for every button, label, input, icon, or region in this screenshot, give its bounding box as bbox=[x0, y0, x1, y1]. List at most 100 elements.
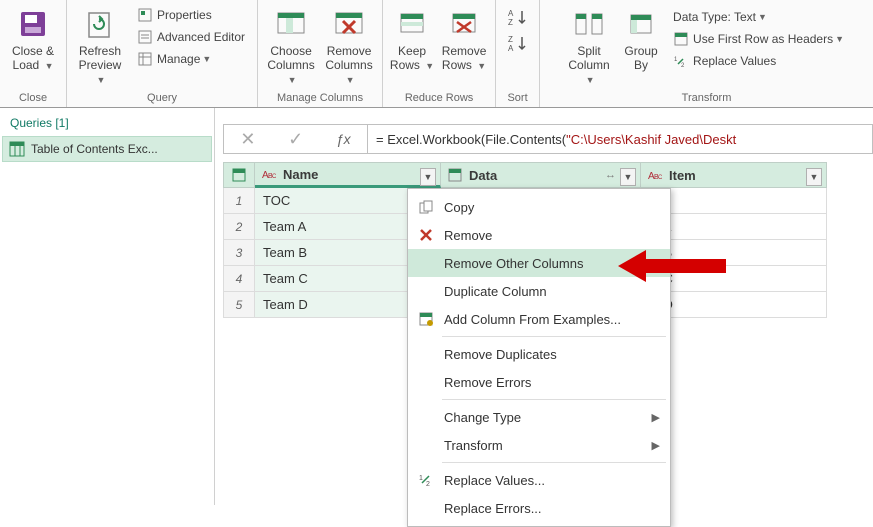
filter-dropdown-icon[interactable]: ▼ bbox=[806, 168, 822, 186]
remove-rows-button[interactable]: RemoveRows ▼ bbox=[437, 2, 491, 73]
ribbon-group-reduce-rows: KeepRows ▼ RemoveRows ▼ Reduce Rows bbox=[383, 0, 496, 107]
row-header[interactable]: 2 bbox=[223, 214, 255, 240]
ctx-remove-dup-label: Remove Duplicates bbox=[444, 347, 557, 362]
queries-pane: Queries [1] Table of Contents Exc... bbox=[0, 108, 215, 505]
fx-icon[interactable]: ƒx bbox=[336, 131, 351, 147]
column-header-data[interactable]: Data ↔ ▼ bbox=[441, 162, 641, 188]
row-header[interactable]: 5 bbox=[223, 292, 255, 318]
ctx-transform[interactable]: Transform ▶ bbox=[408, 431, 670, 459]
replace-icon: 12 bbox=[416, 470, 436, 490]
ctx-copy-label: Copy bbox=[444, 200, 474, 215]
remove-rows-icon bbox=[446, 6, 482, 42]
ctx-replace-errors[interactable]: Replace Errors... bbox=[408, 494, 670, 522]
chevron-down-icon: ▼ bbox=[477, 61, 486, 71]
advanced-editor-button[interactable]: Advanced Editor bbox=[133, 26, 249, 48]
split-column-button[interactable]: SplitColumn ▼ bbox=[561, 2, 617, 87]
data-type-button[interactable]: Data Type: Text ▼ bbox=[669, 6, 848, 28]
row-header[interactable]: 1 bbox=[223, 188, 255, 214]
text-type-icon: ABC bbox=[647, 167, 663, 183]
ribbon-group-sort: AZ ZA Sort bbox=[496, 0, 540, 107]
keep-rows-icon bbox=[394, 6, 430, 42]
remove-icon bbox=[416, 225, 436, 245]
svg-text:C: C bbox=[272, 174, 276, 180]
svg-text:Z: Z bbox=[508, 35, 513, 44]
check-icon[interactable]: ✓ bbox=[288, 129, 303, 150]
group-by-button[interactable]: GroupBy bbox=[617, 2, 665, 72]
row-header[interactable]: 3 bbox=[223, 240, 255, 266]
formula-toolbar: ✕ ✓ ƒx bbox=[223, 124, 368, 154]
choose-columns-icon bbox=[273, 6, 309, 42]
ctx-change-type-label: Change Type bbox=[444, 410, 521, 425]
choose-columns-button[interactable]: ChooseColumns ▼ bbox=[262, 2, 320, 87]
ribbon: Close &Load ▼ Close RefreshPreview ▼ Pro… bbox=[0, 0, 873, 108]
close-and-load-button[interactable]: Close &Load ▼ bbox=[4, 2, 62, 73]
sort-desc-button[interactable]: ZA bbox=[507, 34, 529, 54]
query-item[interactable]: Table of Contents Exc... bbox=[2, 136, 212, 162]
first-row-headers-button[interactable]: Use First Row as Headers ▼ bbox=[669, 28, 848, 50]
column-header-name[interactable]: ABC Name ▼ bbox=[255, 162, 441, 188]
chevron-down-icon: ▼ bbox=[346, 75, 355, 85]
sort-asc-icon: AZ bbox=[507, 8, 529, 28]
replace-icon: 12 bbox=[673, 53, 689, 69]
ctx-remove-duplicates[interactable]: Remove Duplicates bbox=[408, 340, 670, 368]
group-label-reduce: Reduce Rows bbox=[387, 88, 491, 107]
ctx-change-type[interactable]: Change Type ▶ bbox=[408, 403, 670, 431]
query-item-label: Table of Contents Exc... bbox=[31, 142, 158, 156]
properties-button[interactable]: Properties bbox=[133, 4, 249, 26]
chevron-down-icon: ▼ bbox=[586, 75, 595, 85]
table-icon bbox=[232, 168, 246, 182]
formula-string: "C:\Users\Kashif Javed\Deskt bbox=[566, 132, 736, 147]
ctx-remove-errors[interactable]: Remove Errors bbox=[408, 368, 670, 396]
row-header[interactable]: 4 bbox=[223, 266, 255, 292]
formula-prefix: = Excel.Workbook(File.Contents( bbox=[376, 132, 566, 147]
ctx-copy[interactable]: Copy bbox=[408, 193, 670, 221]
first-row-label: Use First Row as Headers bbox=[693, 32, 833, 46]
sort-desc-icon: ZA bbox=[507, 34, 529, 54]
headers-icon bbox=[673, 31, 689, 47]
annotation-arrow bbox=[618, 246, 728, 286]
svg-text:Z: Z bbox=[508, 18, 513, 27]
refresh-preview-button[interactable]: RefreshPreview ▼ bbox=[71, 2, 129, 87]
table-icon bbox=[9, 141, 25, 157]
svg-text:A: A bbox=[508, 44, 514, 53]
replace-values-button[interactable]: 12 Replace Values bbox=[669, 50, 848, 72]
replace-vals-label: Replace Values bbox=[693, 54, 776, 68]
context-menu: Copy Remove Remove Other Columns Duplica… bbox=[407, 188, 671, 527]
group-label-manage-cols: Manage Columns bbox=[262, 88, 378, 107]
formula-row: ✕ ✓ ƒx = Excel.Workbook(File.Contents("C… bbox=[223, 124, 873, 154]
queries-title[interactable]: Queries [1] bbox=[2, 114, 212, 136]
cancel-icon[interactable]: ✕ bbox=[240, 129, 255, 150]
ctx-separator bbox=[442, 336, 666, 337]
ctx-replace-errors-label: Replace Errors... bbox=[444, 501, 542, 516]
properties-label: Properties bbox=[157, 8, 212, 22]
expand-icon[interactable]: ↔ bbox=[605, 169, 616, 181]
manage-button[interactable]: Manage ▼ bbox=[133, 48, 249, 70]
svg-text:A: A bbox=[508, 9, 514, 18]
chevron-down-icon: ▼ bbox=[202, 54, 211, 64]
group-label-transform: Transform bbox=[544, 88, 869, 107]
filter-dropdown-icon[interactable]: ▼ bbox=[420, 168, 436, 186]
table-type-icon bbox=[447, 167, 463, 183]
ctx-replace-values[interactable]: 12 Replace Values... bbox=[408, 466, 670, 494]
formula-bar[interactable]: = Excel.Workbook(File.Contents("C:\Users… bbox=[368, 124, 873, 154]
ctx-separator bbox=[442, 462, 666, 463]
group-by-icon bbox=[623, 6, 659, 42]
grid-corner[interactable] bbox=[223, 162, 255, 188]
data-type-label: Data Type: Text bbox=[673, 10, 756, 24]
ctx-duplicate-label: Duplicate Column bbox=[444, 284, 547, 299]
svg-text:C: C bbox=[658, 175, 662, 181]
chevron-down-icon: ▼ bbox=[425, 61, 434, 71]
table-icon bbox=[137, 51, 153, 67]
ctx-add-examples[interactable]: Add Column From Examples... bbox=[408, 305, 670, 333]
sort-asc-button[interactable]: AZ bbox=[507, 8, 529, 28]
ctx-remove[interactable]: Remove bbox=[408, 221, 670, 249]
examples-icon bbox=[416, 309, 436, 329]
filter-dropdown-icon[interactable]: ▼ bbox=[620, 168, 636, 186]
remove-columns-button[interactable]: RemoveColumns ▼ bbox=[320, 2, 378, 87]
column-header-item[interactable]: ABC Item ▼ bbox=[641, 162, 827, 188]
remove-columns-icon bbox=[331, 6, 367, 42]
copy-icon bbox=[416, 197, 436, 217]
keep-rows-button[interactable]: KeepRows ▼ bbox=[387, 2, 437, 73]
ctx-add-examples-label: Add Column From Examples... bbox=[444, 312, 621, 327]
chevron-down-icon: ▼ bbox=[835, 34, 844, 44]
